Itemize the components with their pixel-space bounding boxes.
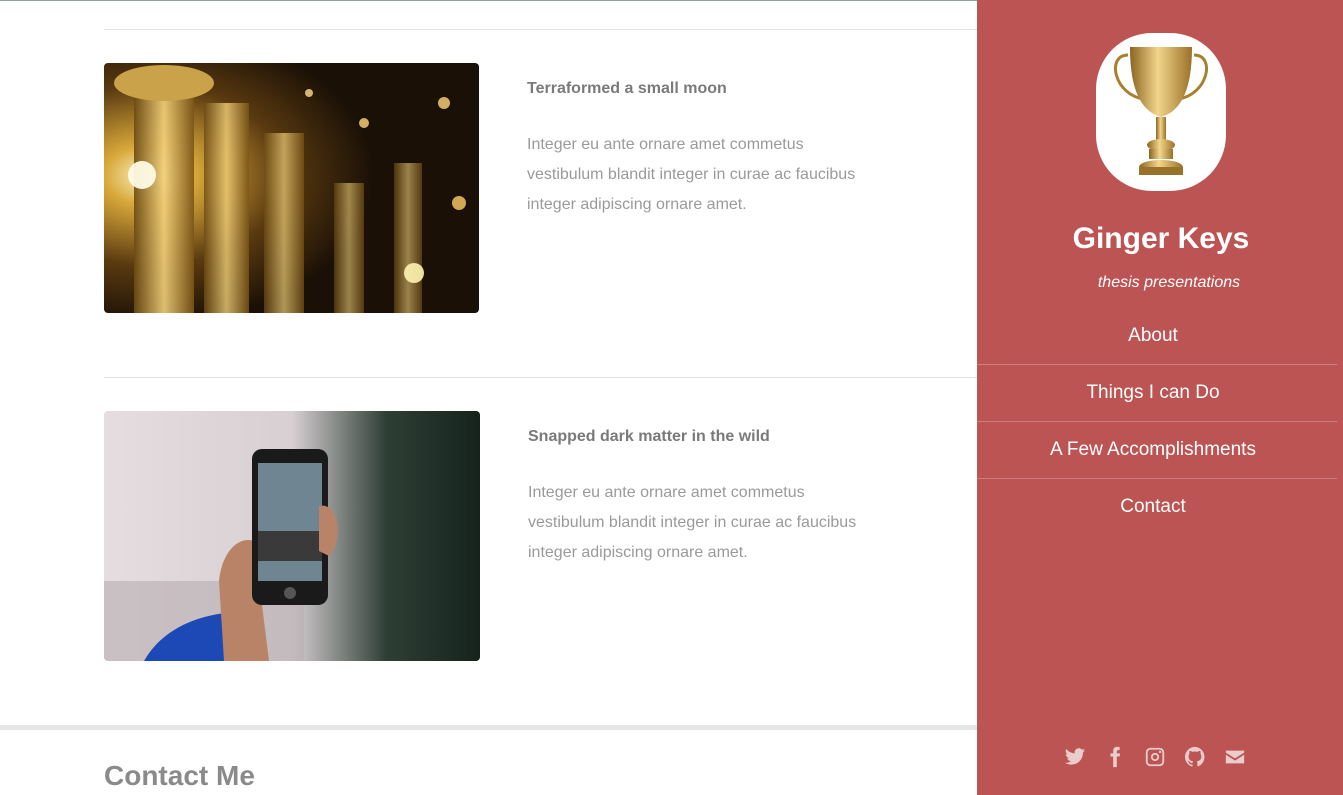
phone-image [104,411,480,661]
profile-name: Ginger Keys [1072,222,1250,255]
accomplishment-title: Snapped dark matter in the wild [528,428,770,445]
social-links [1064,746,1246,770]
trophy-image [1113,47,1209,175]
divider [104,377,977,378]
divider [104,29,977,30]
profile-tagline: thesis presentations [1097,274,1241,291]
accomplishment-description: Integer eu ante ornare amet commetus ves… [527,136,856,213]
avatar [1096,33,1226,191]
sidebar-nav: About Things I can Do A Few Accomplishme… [969,308,1343,535]
facebook-icon[interactable] [1104,746,1126,770]
github-icon[interactable] [1184,746,1206,770]
accomplishment-title: Terraformed a small moon [527,80,727,97]
main-content: Terraformed a small moon Integer eu ante… [0,0,977,795]
instagram-icon[interactable] [1144,746,1166,770]
nav-item-accomplishments[interactable]: A Few Accomplishments [969,422,1337,479]
envelope-icon[interactable] [1224,746,1246,770]
nav-item-about[interactable]: About [969,308,1337,365]
section-divider [0,725,977,730]
trophies-image [104,63,479,313]
accomplishment-description: Integer eu ante ornare amet commetus ves… [528,484,857,561]
nav-item-contact[interactable]: Contact [969,479,1337,535]
twitter-icon[interactable] [1064,746,1086,770]
sidebar: Ginger Keys thesis presentations About T… [969,0,1343,795]
contact-heading: Contact Me [104,760,255,791]
nav-item-things-i-can-do[interactable]: Things I can Do [969,365,1337,422]
